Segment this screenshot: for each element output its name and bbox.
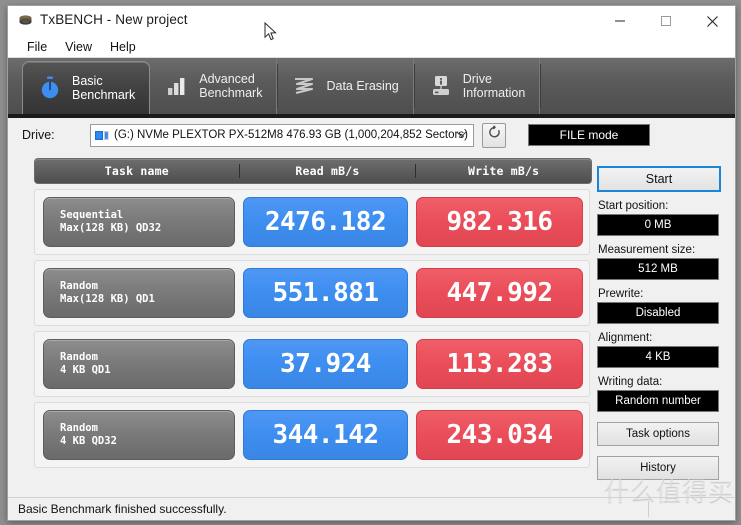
task-name-line2: 4 KB QD32 (60, 435, 117, 447)
start-button[interactable]: Start (597, 166, 721, 192)
results-table: Task name Read mB/s Write mB/s Sequentia… (8, 152, 593, 479)
task-name-cell: Random Max(128 KB) QD1 (43, 268, 235, 318)
history-button[interactable]: History (597, 456, 719, 480)
alignment-label: Alignment: (598, 332, 653, 344)
status-message: Basic Benchmark finished successfully. (18, 502, 227, 516)
read-value-cell: 2476.182 (243, 197, 408, 247)
control-panel: Start Start position: 0 MB Measurement s… (593, 152, 735, 480)
tab-advanced-benchmark-label: Advanced Benchmark (199, 72, 263, 100)
tab-drive-information-label: Drive Information (462, 72, 526, 100)
prewrite-label: Prewrite: (598, 288, 644, 300)
status-divider (648, 501, 649, 517)
drive-select[interactable]: (G:) NVMe PLEXTOR PX-512M8 476.93 GB (1,… (90, 123, 474, 147)
menu-item-view[interactable]: View (56, 39, 101, 55)
task-name-line2: Max(128 KB) QD32 (60, 222, 162, 234)
window-controls (597, 6, 735, 36)
write-value-cell: 113.283 (416, 339, 583, 389)
main-content: Task name Read mB/s Write mB/s Sequentia… (8, 152, 735, 480)
app-drive-icon (18, 14, 33, 27)
disk-icon (95, 129, 109, 141)
tab-drive-information[interactable]: Drive Information (414, 58, 541, 114)
tab-basic-benchmark[interactable]: Basic Benchmark (22, 61, 151, 114)
task-name-line1: Random (60, 422, 98, 434)
column-header-task-name: Task name (35, 164, 240, 178)
prewrite-value[interactable]: Disabled (597, 302, 719, 324)
stopwatch-icon (37, 75, 63, 101)
status-bar: Basic Benchmark finished successfully. (8, 497, 735, 520)
window-title: TxBENCH - New project (40, 12, 188, 27)
start-position-label: Start position: (598, 200, 669, 212)
tab-advanced-benchmark[interactable]: Advanced Benchmark (150, 58, 279, 114)
task-name-line2: 4 KB QD1 (60, 364, 111, 376)
file-mode-indicator[interactable]: FILE mode (528, 124, 650, 146)
eraser-icon (291, 73, 317, 99)
task-name-line1: Random (60, 351, 98, 363)
measurement-size-value[interactable]: 512 MB (597, 258, 719, 280)
maximize-button[interactable] (643, 6, 689, 36)
table-row[interactable]: Random Max(128 KB) QD1 551.881 447.992 (34, 260, 590, 326)
column-header-read: Read mB/s (240, 164, 417, 178)
task-name-line2: Max(128 KB) QD1 (60, 293, 155, 305)
task-name-cell: Random 4 KB QD1 (43, 339, 235, 389)
table-row[interactable]: Sequential Max(128 KB) QD32 2476.182 982… (34, 189, 590, 255)
drive-select-value: (G:) NVMe PLEXTOR PX-512M8 476.93 GB (1,… (114, 129, 468, 141)
tab-data-erasing[interactable]: Data Erasing (277, 58, 416, 114)
write-value-cell: 243.034 (416, 410, 583, 460)
write-value-cell: 447.992 (416, 268, 583, 318)
start-position-value[interactable]: 0 MB (597, 214, 719, 236)
task-name-line1: Random (60, 280, 98, 292)
task-name-cell: Random 4 KB QD32 (43, 410, 235, 460)
title-bar: TxBENCH - New project (8, 6, 735, 36)
minimize-button[interactable] (597, 6, 643, 36)
read-value-cell: 344.142 (243, 410, 408, 460)
table-row[interactable]: Random 4 KB QD1 37.924 113.283 (34, 331, 590, 397)
table-header-row: Task name Read mB/s Write mB/s (34, 158, 592, 184)
refresh-icon (487, 125, 502, 145)
menu-item-help[interactable]: Help (101, 39, 145, 55)
task-options-button[interactable]: Task options (597, 422, 719, 446)
write-value-cell: 982.316 (416, 197, 583, 247)
chevron-down-icon (456, 130, 467, 140)
close-button[interactable] (689, 6, 735, 36)
writing-data-label: Writing data: (598, 376, 663, 388)
tab-data-erasing-label: Data Erasing (326, 79, 399, 93)
tab-basic-benchmark-label: Basic Benchmark (72, 74, 136, 102)
menu-bar: File View Help (8, 36, 735, 58)
read-value-cell: 37.924 (243, 339, 408, 389)
writing-data-value[interactable]: Random number (597, 390, 719, 412)
measurement-size-label: Measurement size: (598, 244, 696, 256)
bar-chart-icon (164, 73, 190, 99)
menu-item-file[interactable]: File (18, 39, 56, 55)
drive-selector-row: Drive: (G:) NVMe PLEXTOR PX-512M8 476.93… (8, 118, 735, 152)
alignment-value[interactable]: 4 KB (597, 346, 719, 368)
drive-info-icon (428, 73, 454, 99)
table-row[interactable]: Random 4 KB QD32 344.142 243.034 (34, 402, 590, 468)
read-value-cell: 551.881 (243, 268, 408, 318)
mouse-cursor (264, 21, 278, 47)
tab-strip: Basic Benchmark Advanced Benchmark Data … (8, 58, 735, 118)
application-window: TxBENCH - New project File View Help Bas… (7, 5, 736, 521)
task-name-cell: Sequential Max(128 KB) QD32 (43, 197, 235, 247)
column-header-write: Write mB/s (468, 164, 540, 178)
refresh-button[interactable] (482, 122, 506, 148)
drive-label: Drive: (22, 128, 55, 142)
task-name-line1: Sequential (60, 209, 124, 221)
